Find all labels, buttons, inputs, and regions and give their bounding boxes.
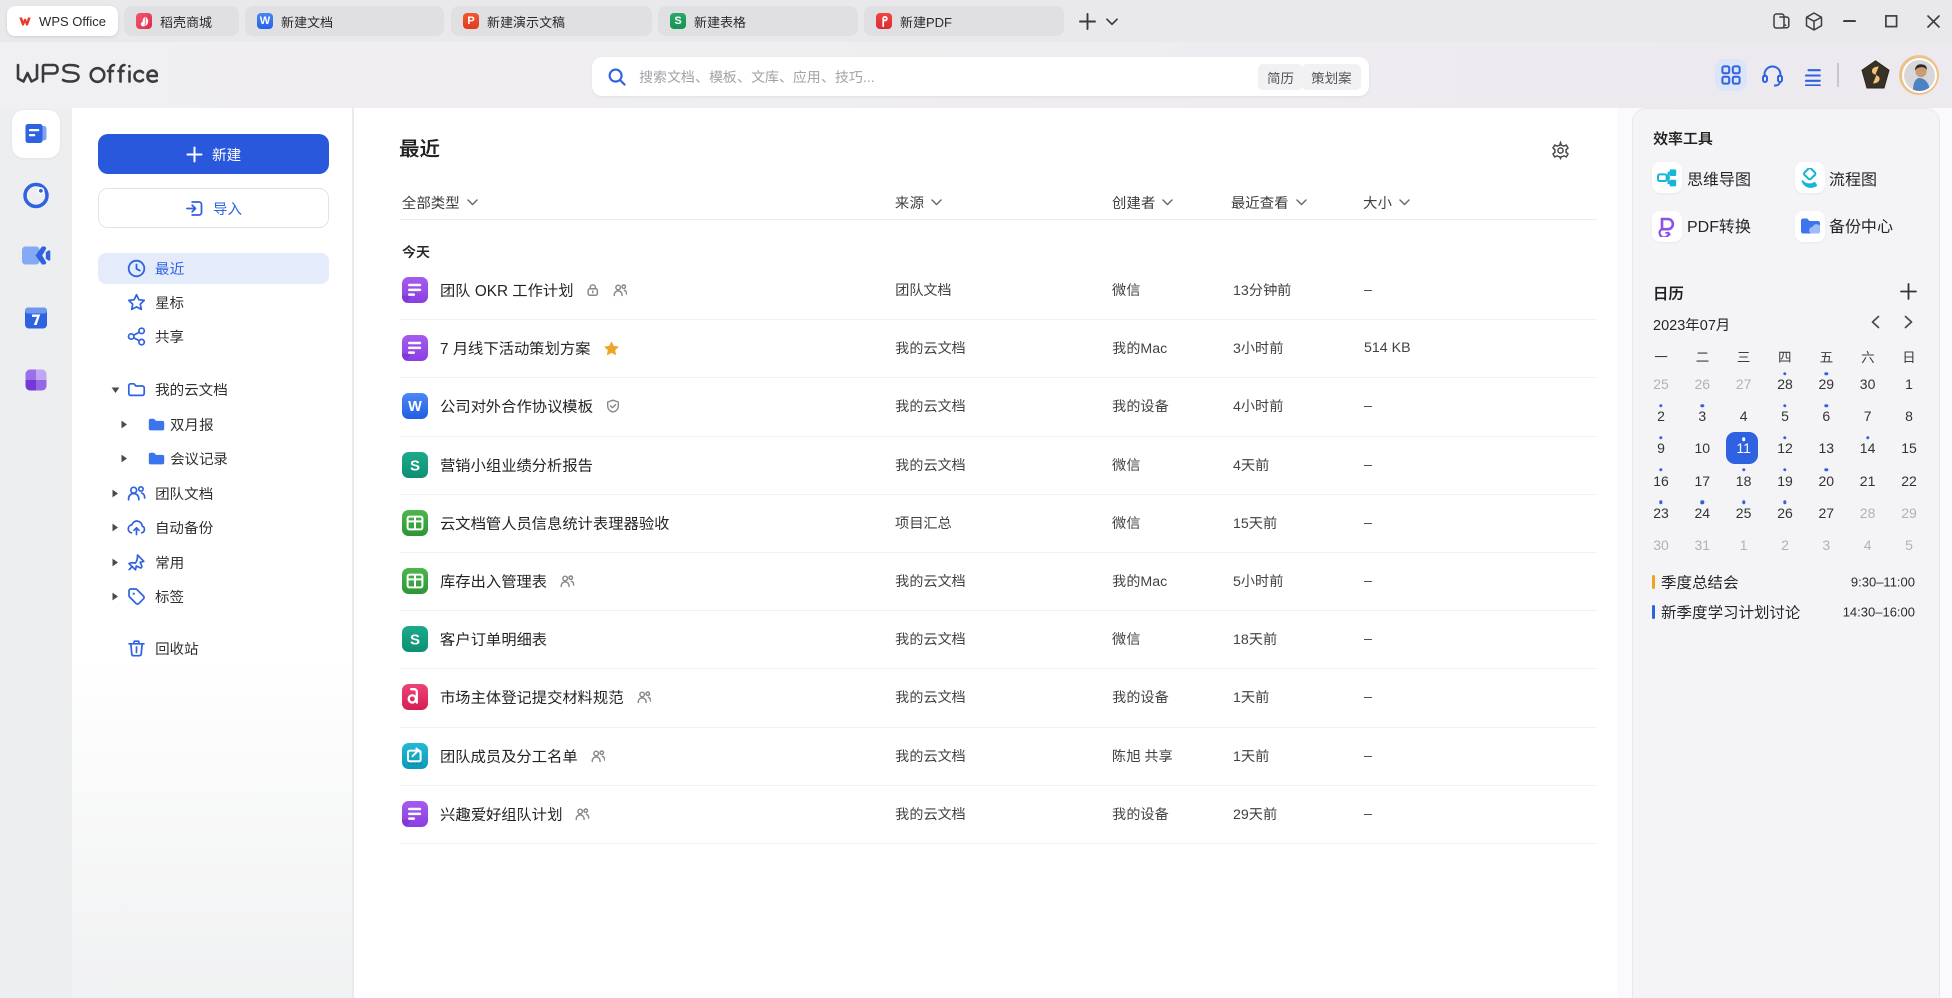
svg-text:S: S (410, 457, 420, 474)
svg-text:S: S (410, 632, 420, 649)
svg-text:W: W (408, 400, 422, 416)
